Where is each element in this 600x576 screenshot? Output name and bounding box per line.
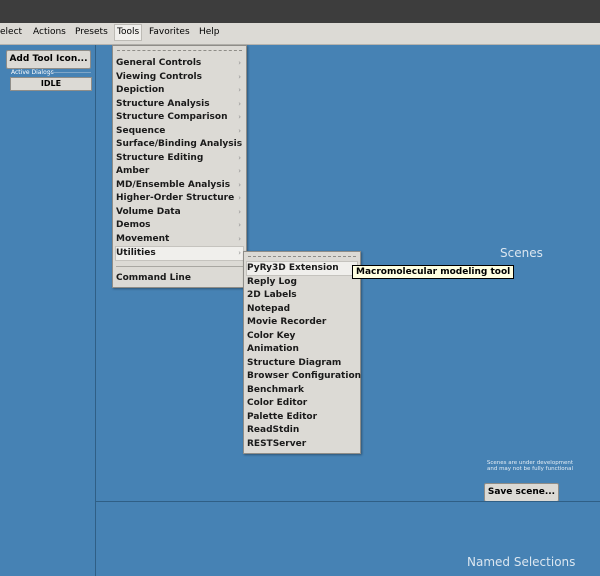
chevron-right-icon: › bbox=[238, 194, 241, 202]
utilities-menu-item[interactable]: Browser Configuration bbox=[247, 370, 361, 383]
utilities-menu-item[interactable]: Color Editor bbox=[247, 397, 357, 410]
save-scene-button[interactable]: Save scene... bbox=[484, 483, 559, 502]
tools-menu-item[interactable]: General Controls › bbox=[116, 57, 243, 70]
tools-menu-item[interactable]: Viewing Controls › bbox=[116, 71, 243, 84]
tools-menu-item[interactable]: Structure Analysis › bbox=[116, 98, 243, 111]
utilities-menu-item[interactable]: Color Key bbox=[247, 330, 357, 343]
menu-favorites[interactable]: Favorites bbox=[149, 27, 190, 37]
tools-menu-item[interactable]: Structure Comparison › bbox=[116, 111, 243, 124]
tools-menu-item[interactable]: Amber › bbox=[116, 165, 243, 178]
idle-status-button[interactable]: IDLE bbox=[10, 77, 92, 91]
utilities-submenu: PyRy3D Extension Reply Log 2D Labels Not… bbox=[243, 251, 361, 454]
utilities-menu-item[interactable]: Reply Log bbox=[247, 276, 357, 289]
tools-menu-item[interactable]: Structure Editing › bbox=[116, 152, 243, 165]
toolbar-panel: Add Tool Icon... Active Dialogs IDLE bbox=[0, 45, 96, 576]
utilities-menu-item[interactable]: Movie Recorder bbox=[247, 316, 357, 329]
utilities-menu-item[interactable]: Palette Editor bbox=[247, 411, 357, 424]
menu-actions[interactable]: Actions bbox=[33, 27, 66, 37]
tools-menu-item[interactable]: Surface/Binding Analysis › bbox=[116, 138, 243, 151]
scenes-development-note: Scenes are under development and may not… bbox=[486, 460, 574, 472]
tools-menu-item[interactable]: MD/Ensemble Analysis › bbox=[116, 179, 243, 192]
chevron-right-icon: › bbox=[238, 249, 241, 257]
utilities-menu-item-pyry3d[interactable]: PyRy3D Extension bbox=[246, 261, 358, 276]
command-line-menu-item[interactable]: Command Line bbox=[116, 272, 243, 285]
divider bbox=[46, 72, 91, 73]
menu-separator bbox=[116, 266, 243, 267]
chevron-right-icon: › bbox=[238, 167, 241, 175]
chevron-right-icon: › bbox=[238, 100, 241, 108]
window-titlebar bbox=[0, 0, 600, 23]
tools-menu-item-utilities[interactable]: Utilities › bbox=[115, 246, 244, 261]
panel-divider bbox=[95, 501, 600, 502]
menu-presets[interactable]: Presets bbox=[75, 27, 108, 37]
utilities-menu-item[interactable]: Structure Diagram bbox=[247, 357, 357, 370]
chevron-right-icon: › bbox=[238, 154, 241, 162]
chevron-right-icon: › bbox=[238, 235, 241, 243]
tools-menu-item[interactable]: Volume Data › bbox=[116, 206, 243, 219]
chevron-right-icon: › bbox=[238, 208, 241, 216]
menu-bar: elect Actions Presets Tools Favorites He… bbox=[0, 23, 600, 45]
chevron-right-icon: › bbox=[238, 73, 241, 81]
named-selections-title: Named Selections bbox=[467, 555, 576, 569]
chevron-right-icon: › bbox=[238, 221, 241, 229]
utilities-menu-item[interactable]: RESTServer bbox=[247, 438, 357, 451]
tear-off-line[interactable] bbox=[248, 256, 356, 257]
tools-menu-item[interactable]: Demos › bbox=[116, 219, 243, 232]
add-tool-icon-button[interactable]: Add Tool Icon... bbox=[6, 50, 91, 69]
chevron-right-icon: › bbox=[238, 86, 241, 94]
tools-menu: General Controls › Viewing Controls › Depi… bbox=[112, 45, 247, 288]
tooltip: Macromolecular modeling tool bbox=[352, 265, 515, 279]
utilities-menu-item[interactable]: Animation bbox=[247, 343, 357, 356]
chevron-right-icon: › bbox=[238, 181, 241, 189]
scenes-title: Scenes bbox=[500, 246, 543, 260]
tools-menu-item[interactable]: Higher-Order Structure › bbox=[116, 192, 243, 205]
utilities-menu-item[interactable]: ReadStdin bbox=[247, 424, 357, 437]
menu-select[interactable]: elect bbox=[0, 27, 22, 37]
tools-menu-item[interactable]: Movement › bbox=[116, 233, 243, 246]
utilities-menu-item[interactable]: Benchmark bbox=[247, 384, 357, 397]
chevron-right-icon: › bbox=[238, 59, 241, 67]
tools-menu-item[interactable]: Sequence › bbox=[116, 125, 243, 138]
utilities-menu-item[interactable]: 2D Labels bbox=[247, 289, 357, 302]
chevron-right-icon: › bbox=[238, 140, 241, 148]
menu-help[interactable]: Help bbox=[199, 27, 220, 37]
tools-menu-item[interactable]: Depiction › bbox=[116, 84, 243, 97]
menu-tools[interactable]: Tools bbox=[113, 24, 143, 41]
chevron-right-icon: › bbox=[238, 113, 241, 121]
chevron-right-icon: › bbox=[238, 127, 241, 135]
tear-off-line[interactable] bbox=[117, 50, 242, 51]
utilities-menu-item[interactable]: Notepad bbox=[247, 303, 357, 316]
